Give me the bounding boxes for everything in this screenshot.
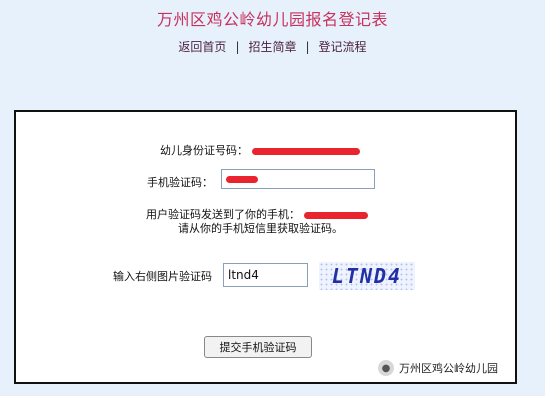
wechat-bubble-icon: ●: [378, 360, 394, 376]
submit-phone-code-button[interactable]: 提交手机验证码: [204, 336, 312, 358]
watermark: ● 万州区鸡公岭幼儿园: [378, 360, 498, 376]
phone-number-redacted: [303, 211, 368, 219]
registration-form-panel: 幼儿身份证号码： 手机验证码： 用户验证码发送到了你的手机： 请从你的手机短信里…: [14, 110, 517, 384]
phone-code-input[interactable]: [221, 169, 375, 189]
captcha-label: 输入右侧图片验证码: [113, 270, 212, 283]
nav-separator: |: [235, 40, 240, 54]
phone-code-value-redacted: [226, 175, 258, 183]
child-id-row: 幼儿身份证号码：: [160, 142, 360, 158]
watermark-text: 万州区鸡公岭幼儿园: [399, 362, 498, 375]
captcha-input[interactable]: ltnd4: [223, 263, 308, 287]
nav-separator: |: [305, 40, 310, 54]
nav-link-registration-process[interactable]: 登记流程: [319, 40, 367, 54]
nav-link-home[interactable]: 返回首页: [178, 40, 226, 54]
child-id-label: 幼儿身份证号码：: [160, 144, 248, 157]
phone-code-label: 手机验证码：: [147, 176, 213, 189]
captcha-image: LTND4: [319, 262, 415, 290]
sent-notice-line2: 请从你的手机短信里获取验证码。: [178, 222, 343, 235]
top-nav: 返回首页 | 招生简章 | 登记流程: [0, 38, 545, 55]
child-id-value-redacted: [251, 147, 360, 155]
page-title: 万州区鸡公岭幼儿园报名登记表: [156, 10, 388, 29]
nav-link-admissions-guide[interactable]: 招生简章: [248, 40, 296, 54]
